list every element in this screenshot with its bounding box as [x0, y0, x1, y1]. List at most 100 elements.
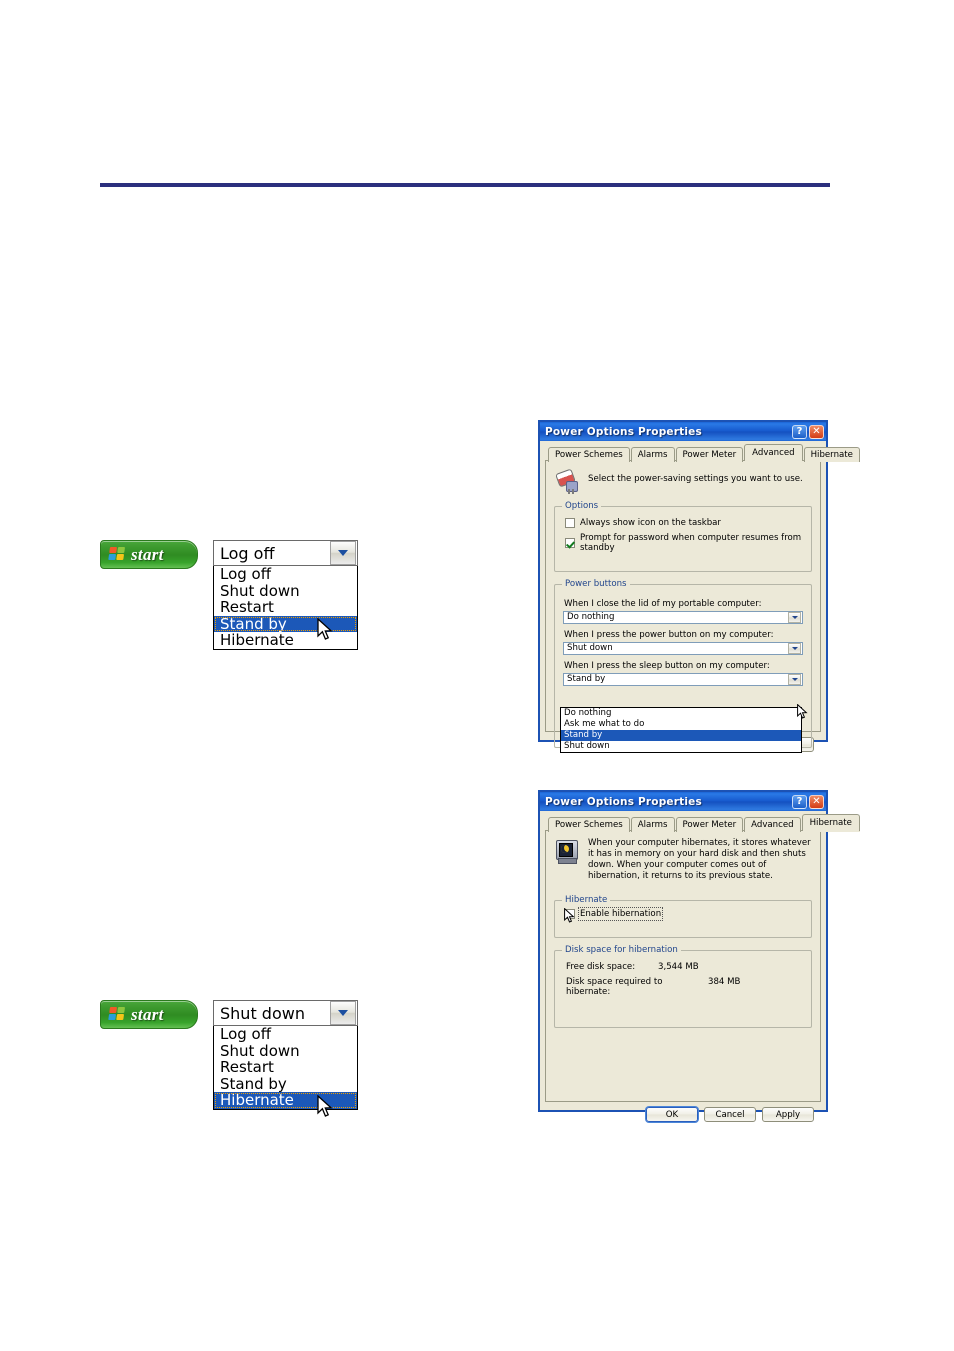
start-button-label: start [131, 1004, 164, 1024]
power-button-value: Shut down [567, 643, 613, 653]
required-disk-space-label: Disk space required to hibernate: [566, 977, 663, 997]
tab-panel-advanced: Select the power-saving settings you wan… [545, 460, 821, 753]
dropdown-item[interactable]: Ask me what to do [561, 719, 801, 730]
shutdown-combo-standby[interactable]: Log off Log off Shut down Restart Stand … [213, 540, 358, 650]
list-item-selected[interactable]: Hibernate [214, 1092, 357, 1109]
start-button-label: start [131, 544, 164, 564]
list-item[interactable]: Stand by [214, 1075, 357, 1093]
checkbox-row-prompt-password[interactable]: Prompt for password when computer resume… [565, 533, 803, 553]
list-item[interactable]: Log off [214, 566, 357, 583]
sleep-button-combo[interactable]: Stand by [563, 673, 803, 686]
tab-alarms[interactable]: Alarms [630, 447, 675, 462]
list-item[interactable]: Restart [214, 1059, 357, 1076]
power-options-dialog-advanced[interactable]: Power Options Properties ? ✕ Power Schem… [538, 420, 860, 753]
power-options-dialog-hibernate[interactable]: Power Options Properties ? ✕ Power Schem… [538, 790, 860, 1122]
list-item[interactable]: Restart [214, 599, 357, 616]
list-item[interactable]: Shut down [214, 582, 357, 600]
options-group-label: Options [562, 501, 602, 511]
tab-hibernate[interactable]: Hibernate [803, 447, 860, 462]
windows-flag-icon [108, 1007, 127, 1022]
shutdown-combo-value-hibernate: Shut down [220, 1003, 305, 1023]
dialog-title: Power Options Properties [545, 795, 702, 808]
hibernate-monitor-icon [554, 838, 580, 864]
list-item[interactable]: Hibernate [214, 632, 357, 649]
checkbox-label: Enable hibernation [577, 907, 664, 921]
checkbox-label: Prompt for password when computer resume… [580, 533, 802, 553]
lid-close-label: When I close the lid of my portable comp… [564, 599, 762, 609]
apply-button[interactable]: Apply [762, 1107, 814, 1122]
free-disk-space-row: Free disk space: 3,544 MB [566, 962, 803, 972]
checkbox-row-enable-hibernation[interactable]: Enable hibernation [565, 907, 803, 921]
tab-strip[interactable]: Power Schemes Alarms Power Meter Advance… [545, 444, 860, 462]
help-icon[interactable]: ? [792, 794, 807, 809]
checkbox-enable-hibernation[interactable] [565, 909, 575, 919]
checkbox-row-taskbar-icon[interactable]: Always show icon on the taskbar [565, 518, 803, 528]
dialog-body: Power Schemes Alarms Power Meter Advance… [540, 441, 860, 762]
tab-power-meter[interactable]: Power Meter [675, 817, 744, 832]
sleep-button-value: Stand by [567, 674, 606, 684]
start-button-standby[interactable]: start [100, 540, 198, 569]
dialog-title-bar[interactable]: Power Options Properties ? ✕ [540, 792, 826, 811]
windows-flag-icon [108, 547, 127, 562]
ok-button[interactable]: OK [646, 1107, 698, 1122]
required-disk-space-value: 384 MB [708, 977, 741, 987]
required-disk-space-row: Disk space required to hibernate: 384 MB [566, 977, 803, 997]
power-button-label: When I press the power button on my comp… [564, 630, 774, 640]
dialog-title: Power Options Properties [545, 425, 702, 438]
close-icon[interactable]: ✕ [809, 794, 824, 809]
dropdown-item[interactable]: Do nothing [561, 708, 801, 719]
chevron-down-icon[interactable] [330, 541, 356, 565]
intro-text: When your computer hibernates, it stores… [588, 838, 811, 881]
checkbox-always-show-icon[interactable] [565, 518, 575, 528]
shutdown-combo-list-standby[interactable]: Log off Shut down Restart Stand by Hiber… [213, 566, 358, 650]
power-plug-icon [554, 468, 580, 494]
tab-strip[interactable]: Power Schemes Alarms Power Meter Advance… [545, 814, 860, 832]
disk-space-group: Disk space for hibernation Free disk spa… [554, 945, 812, 1028]
list-item[interactable]: Log off [214, 1026, 357, 1043]
checkbox-prompt-password[interactable] [565, 538, 575, 548]
start-button-hibernate[interactable]: start [100, 1000, 198, 1029]
lid-close-combo[interactable]: Do nothing [563, 611, 803, 624]
cancel-button[interactable]: Cancel [704, 1107, 756, 1122]
dialog-title-bar[interactable]: Power Options Properties ? ✕ [540, 422, 826, 441]
shutdown-combo-field-hibernate[interactable]: Shut down [213, 1000, 358, 1026]
dropdown-item-selected[interactable]: Stand by [561, 730, 801, 741]
dropdown-item[interactable]: Shut down [561, 741, 801, 752]
tab-panel-hibernate: When your computer hibernates, it stores… [545, 830, 821, 1102]
free-disk-space-label: Free disk space: [566, 962, 636, 972]
chevron-down-icon[interactable] [788, 643, 801, 654]
tab-hibernate[interactable]: Hibernate [801, 814, 860, 831]
intro-block: When your computer hibernates, it stores… [554, 838, 812, 882]
tab-power-meter[interactable]: Power Meter [675, 447, 744, 462]
shutdown-combo-hibernate[interactable]: Shut down Log off Shut down Restart Stan… [213, 1000, 358, 1117]
dialog-button-row: OK Cancel Apply [545, 1102, 821, 1127]
shutdown-combo-value-standby: Log off [220, 543, 275, 563]
tab-alarms[interactable]: Alarms [630, 817, 675, 832]
sleep-button-label: When I press the sleep button on my comp… [564, 661, 770, 671]
shutdown-combo-list-hibernate[interactable]: Log off Shut down Restart Stand by Hiber… [213, 1026, 358, 1110]
tab-advanced[interactable]: Advanced [744, 817, 801, 832]
list-item-selected[interactable]: Stand by [214, 615, 357, 632]
lid-close-value: Do nothing [567, 612, 615, 622]
checkbox-label: Always show icon on the taskbar [580, 518, 721, 528]
list-item[interactable]: Shut down [214, 1042, 357, 1060]
chevron-down-icon[interactable] [788, 612, 801, 623]
chevron-down-icon[interactable] [788, 674, 801, 685]
help-icon[interactable]: ? [792, 424, 807, 439]
sleep-button-dropdown[interactable]: Do nothing Ask me what to do Stand by Sh… [560, 707, 802, 753]
power-buttons-group-label: Power buttons [562, 579, 630, 589]
disk-space-group-label: Disk space for hibernation [562, 945, 681, 955]
tab-power-schemes[interactable]: Power Schemes [548, 447, 630, 462]
close-icon[interactable]: ✕ [809, 424, 824, 439]
hibernate-group-label: Hibernate [562, 895, 611, 905]
free-disk-space-value: 3,544 MB [658, 962, 699, 972]
power-button-combo[interactable]: Shut down [563, 642, 803, 655]
shutdown-combo-field-standby[interactable]: Log off [213, 540, 358, 566]
hibernate-group: Hibernate Enable hibernation [554, 895, 812, 938]
tab-advanced[interactable]: Advanced [744, 444, 803, 461]
tab-power-schemes[interactable]: Power Schemes [548, 817, 630, 832]
intro-text: Select the power-saving settings you wan… [588, 474, 803, 484]
chevron-down-icon[interactable] [330, 1001, 356, 1025]
header-divider-rule [100, 183, 830, 187]
dialog-body: Power Schemes Alarms Power Meter Advance… [540, 811, 860, 1132]
